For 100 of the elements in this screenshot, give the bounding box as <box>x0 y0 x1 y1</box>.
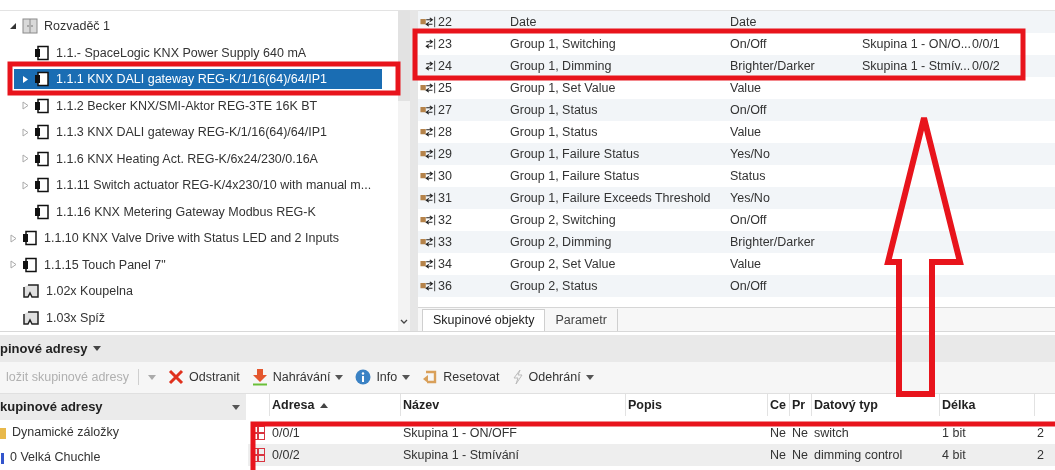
caret-icon[interactable] <box>402 374 411 380</box>
object-number: 29 <box>438 147 452 160</box>
tab[interactable]: Parametr <box>545 309 618 331</box>
object-name: Group 1, Failure Status <box>510 169 640 182</box>
table-cell: switch <box>814 425 849 440</box>
object-function: Value <box>730 81 762 94</box>
toolbar-button[interactable]: Odehrání <box>505 364 600 391</box>
object-function: Date <box>730 15 757 28</box>
object-function: On/Off <box>730 279 767 292</box>
scrollbar[interactable] <box>398 11 410 331</box>
room-icon <box>22 309 40 326</box>
object-number: 25 <box>438 81 452 94</box>
object-name: Group 1, Switching <box>510 37 616 50</box>
table-cell: Skupina 1 - Stmívání <box>403 447 520 462</box>
cabinet-icon <box>22 18 38 35</box>
column-header[interactable]: Ce <box>768 394 790 416</box>
object-number: 36 <box>438 279 452 292</box>
tree-item[interactable]: 1.1.15 Touch Panel 7" <box>0 256 166 273</box>
toolbar-button[interactable]: Odstranit <box>162 364 246 391</box>
table-cell: 4 bit <box>942 447 966 462</box>
table-cell: Ne <box>770 425 786 440</box>
sort-arrow-icon[interactable] <box>320 402 329 408</box>
table-cell: Ne <box>770 447 786 462</box>
table-cell: Skupina 1 - ON/OFF <box>403 425 517 440</box>
device-icon <box>34 177 50 194</box>
group-address: 0/0/2 <box>972 59 1000 72</box>
room-icon <box>22 283 40 300</box>
device-icon <box>34 71 50 88</box>
object-number: 30 <box>438 169 452 182</box>
object-name: Group 1, Status <box>510 125 598 138</box>
object-name: Group 1, Set Value <box>510 81 616 94</box>
tree-item[interactable]: 1.03x Spíž <box>0 309 106 326</box>
group-address-name: Skupina 1 - ON/O... <box>862 37 972 50</box>
device-icon <box>22 256 38 273</box>
table-cell: 0/0/2 <box>272 447 300 462</box>
delete-icon <box>168 369 184 386</box>
tree-item[interactable]: 1.1.16 KNX Metering Gateway Modbus REG-K <box>0 203 316 220</box>
caret-icon[interactable] <box>93 345 102 351</box>
column-header[interactable]: Popis <box>626 394 768 416</box>
object-name: Group 1, Status <box>510 103 598 116</box>
object-number: 22 <box>438 15 452 28</box>
tree-item[interactable]: 1.1.11 Switch actuator REG-K/4x230/10 with manual m... <box>0 177 372 194</box>
object-name: Group 1, Failure Exceeds Threshold <box>510 191 711 204</box>
caret-icon[interactable] <box>335 374 344 380</box>
object-number: 23 <box>438 37 452 50</box>
object-number: 32 <box>438 213 452 226</box>
tree-item[interactable]: 1.1.1 KNX DALI gateway REG-K/1/16(64)/64/IP1 <box>14 69 382 90</box>
object-function: Yes/No <box>730 191 770 204</box>
object-name: Group 2, Dimming <box>510 235 612 248</box>
group-address: 0/0/1 <box>972 37 1000 50</box>
tree-item[interactable]: 1.02x Koupelna <box>0 283 133 300</box>
tree-item[interactable]: 1.1.6 KNX Heating Act. REG-K/6x24/230/0.16A <box>0 150 318 167</box>
toolbar-button[interactable]: Nahrávání <box>245 364 350 391</box>
table-cell: 2 <box>1037 425 1044 440</box>
device-icon <box>34 150 50 167</box>
tree-item[interactable]: Rozvaděč 1 <box>0 18 110 35</box>
panel-header[interactable]: kupinové adresy <box>0 394 246 420</box>
tree-item[interactable]: 0 Velká Chuchle <box>0 445 246 470</box>
object-number: 28 <box>438 125 452 138</box>
tab[interactable]: Skupinové objekty <box>422 309 546 331</box>
tree-item[interactable]: 1.1.10 KNX Valve Drive with Status LED and 2 Inputs <box>0 230 340 247</box>
table-cell: 0/0/1 <box>272 425 300 440</box>
object-function: On/Off <box>730 37 767 50</box>
table-cell: 1 bit <box>942 425 966 440</box>
device-icon <box>22 230 38 247</box>
column-header[interactable]: Datový typ <box>812 394 940 416</box>
object-number: 31 <box>438 191 452 204</box>
scroll-down-icon[interactable] <box>400 319 408 325</box>
tree-item[interactable]: 1.1.- SpaceLogic KNX Power Supply 640 mA <box>0 44 307 61</box>
caret-icon[interactable] <box>585 374 594 380</box>
object-name: Group 1, Failure Status <box>510 147 640 160</box>
toolbar-button[interactable]: Resetovat <box>416 364 506 391</box>
tree-item[interactable]: 1.1.3 KNX DALI gateway REG-K/1/16(64)/64/IP1 <box>0 124 327 141</box>
panel-title: kupinové adresy <box>0 398 103 417</box>
object-number: 27 <box>438 103 452 116</box>
group-address-name: Skupina 1 - Stmív... <box>862 59 971 72</box>
table-cell: Ne <box>792 425 808 440</box>
caret-icon[interactable] <box>232 404 240 410</box>
reset-icon <box>422 369 439 386</box>
column-header[interactable]: Název <box>401 394 626 416</box>
object-name: Group 2, Set Value <box>510 257 616 270</box>
object-function: Status <box>730 169 766 182</box>
group-icon <box>0 450 6 465</box>
toolbar-button[interactable]: Info <box>349 364 417 391</box>
object-name: Group 2, Switching <box>510 213 616 226</box>
object-number: 34 <box>438 257 452 270</box>
expand-icon[interactable] <box>21 74 29 84</box>
column-header[interactable]: Adresa <box>270 394 401 416</box>
column-header[interactable]: Pr <box>790 394 812 416</box>
device-icon <box>34 44 50 61</box>
panel-title: pinové adresy <box>0 339 88 358</box>
collapse-icon[interactable] <box>9 22 17 31</box>
object-function: Yes/No <box>730 147 770 160</box>
tree-item[interactable]: 1.1.2 Becker KNX/SMI-Aktor REG-3TE 16K BT <box>0 97 318 114</box>
download-arrow-icon <box>251 368 268 387</box>
table-cell: 2 <box>1037 447 1044 462</box>
tree-item[interactable]: Dynamické záložky <box>0 420 246 445</box>
column-header[interactable]: Délka <box>940 394 1035 416</box>
object-number: 33 <box>438 235 452 248</box>
object-function: Value <box>730 257 762 270</box>
